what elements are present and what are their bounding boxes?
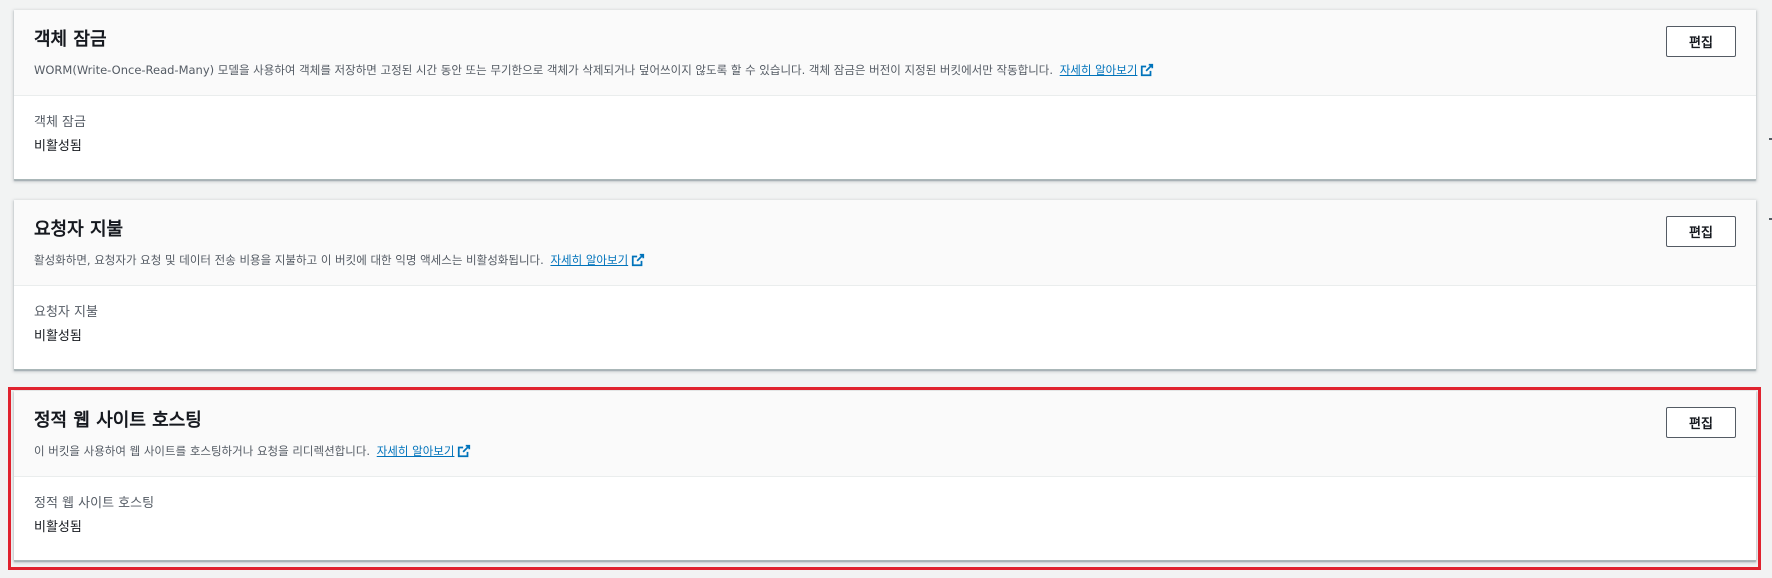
object-lock-field-label: 객체 잠금 xyxy=(34,115,86,130)
object-lock-edit-button[interactable]: 편집 xyxy=(1666,26,1736,57)
requester-pays-field-value: 비활성됨 xyxy=(34,329,82,344)
object-lock-field-value: 비활성됨 xyxy=(34,139,82,154)
requester-pays-title: 요청자 지불 xyxy=(34,219,124,240)
requester-pays-header: 요청자 지불 활성화하면, 요청자가 요청 및 데이터 전송 비용을 지불하고 … xyxy=(14,200,1756,286)
external-link-icon[interactable] xyxy=(631,253,645,272)
requester-pays-description-text: 활성화하면, 요청자가 요청 및 데이터 전송 비용을 지불하고 이 버킷에 대… xyxy=(34,253,544,267)
static-website-hosting-panel: 정적 웹 사이트 호스팅 이 버킷을 사용하여 웹 사이트를 호스팅하거나 요청… xyxy=(14,391,1756,561)
external-link-icon[interactable] xyxy=(1140,63,1154,82)
requester-pays-field-label: 요청자 지불 xyxy=(34,305,98,320)
static-website-hosting-learn-more-link[interactable]: 자세히 알아보기 xyxy=(377,444,455,458)
static-website-hosting-description-text: 이 버킷을 사용하여 웹 사이트를 호스팅하거나 요청을 리디렉션합니다. xyxy=(34,444,371,458)
requester-pays-description: 활성화하면, 요청자가 요청 및 데이터 전송 비용을 지불하고 이 버킷에 대… xyxy=(34,251,1736,272)
object-lock-learn-more-link[interactable]: 자세히 알아보기 xyxy=(1060,63,1138,77)
requester-pays-body: 요청자 지불 비활성됨 xyxy=(14,286,1756,369)
object-lock-panel: 객체 잠금 WORM(Write-Once-Read-Many) 모델을 사용하… xyxy=(14,10,1756,180)
properties-page: 객체 잠금 WORM(Write-Once-Read-Many) 모델을 사용하… xyxy=(0,0,1772,578)
requester-pays-panel: 요청자 지불 활성화하면, 요청자가 요청 및 데이터 전송 비용을 지불하고 … xyxy=(14,200,1756,370)
static-website-hosting-field-value: 비활성됨 xyxy=(34,520,82,535)
external-link-icon[interactable] xyxy=(457,444,471,463)
static-website-hosting-body: 정적 웹 사이트 호스팅 비활성됨 xyxy=(14,477,1756,560)
object-lock-title: 객체 잠금 xyxy=(34,29,107,50)
static-website-hosting-field-label: 정적 웹 사이트 호스팅 xyxy=(34,496,155,511)
requester-pays-learn-more-link[interactable]: 자세히 알아보기 xyxy=(550,253,628,267)
object-lock-description: WORM(Write-Once-Read-Many) 모델을 사용하여 객체를 … xyxy=(34,61,1736,82)
requester-pays-edit-button[interactable]: 편집 xyxy=(1666,216,1736,247)
object-lock-header: 객체 잠금 WORM(Write-Once-Read-Many) 모델을 사용하… xyxy=(14,10,1756,96)
object-lock-description-text: WORM(Write-Once-Read-Many) 모델을 사용하여 객체를 … xyxy=(34,63,1054,77)
static-website-hosting-description: 이 버킷을 사용하여 웹 사이트를 호스팅하거나 요청을 리디렉션합니다. 자세… xyxy=(34,442,1736,463)
static-website-hosting-title: 정적 웹 사이트 호스팅 xyxy=(34,410,202,431)
object-lock-body: 객체 잠금 비활성됨 xyxy=(14,96,1756,179)
static-website-hosting-header: 정적 웹 사이트 호스팅 이 버킷을 사용하여 웹 사이트를 호스팅하거나 요청… xyxy=(14,391,1756,477)
static-website-hosting-edit-button[interactable]: 편집 xyxy=(1666,407,1736,438)
